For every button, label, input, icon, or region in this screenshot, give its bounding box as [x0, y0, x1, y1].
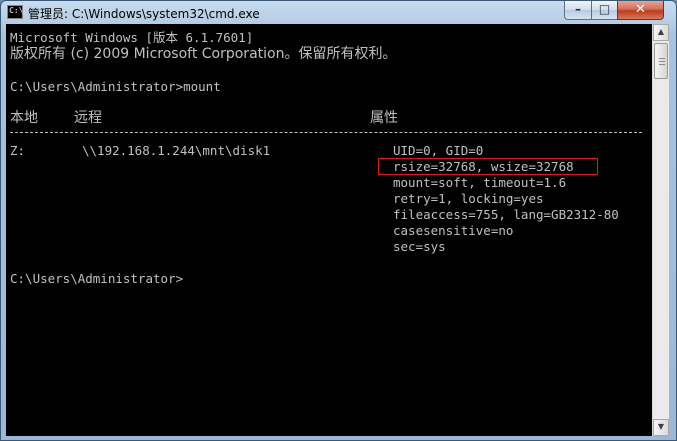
prop-mount-timeout: mount=soft, timeout=1.6: [393, 175, 567, 190]
banner-line-2: 版权所有 (c) 2009 Microsoft Corporation。保留所有…: [10, 46, 397, 62]
prop-sec: sec=sys: [393, 239, 446, 254]
minimize-button[interactable]: –: [564, 1, 592, 20]
row-local-drive: Z:: [10, 143, 26, 158]
prompt-current: C:\Users\Administrator>: [10, 271, 184, 286]
prompt-mount: C:\Users\Administrator>mount: [10, 79, 221, 94]
scroll-thumb[interactable]: [654, 43, 668, 79]
grip-line: [659, 61, 665, 62]
chevron-down-icon: ▼: [657, 422, 665, 431]
rsize-highlight-box: [378, 158, 598, 175]
prop-fileaccess-lang: fileaccess=755, lang=GB2312-80: [393, 207, 619, 222]
prop-casesensitive: casesensitive=no: [393, 223, 514, 238]
close-icon: ✕: [635, 2, 646, 17]
vertical-scrollbar[interactable]: ▲ ▼: [652, 24, 669, 436]
grip-line: [659, 58, 665, 59]
cmd-window: C:\ 管理员: C:\Windows\system32\cmd.exe – □…: [0, 0, 677, 441]
grip-line: [659, 64, 665, 65]
scroll-up-button[interactable]: ▲: [653, 24, 669, 41]
title-bar[interactable]: C:\ 管理员: C:\Windows\system32\cmd.exe – □…: [1, 1, 676, 24]
prop-uid-gid: UID=0, GID=0: [393, 143, 484, 158]
window-title: 管理员: C:\Windows\system32\cmd.exe: [28, 7, 260, 21]
cmd-app-icon[interactable]: C:\: [7, 5, 23, 19]
row-remote-path: \\192.168.1.244\mnt\disk1: [82, 143, 271, 158]
chevron-up-icon: ▲: [657, 27, 665, 36]
header-properties: 属性: [370, 110, 398, 126]
header-separator: [10, 132, 642, 133]
prop-retry-locking: retry=1, locking=yes: [393, 191, 544, 206]
banner-line-1: Microsoft Windows [版本 6.1.7601]: [10, 30, 254, 45]
console-output[interactable]: Microsoft Windows [版本 6.1.7601] 版权所有 (c)…: [6, 24, 652, 436]
maximize-icon: □: [598, 2, 611, 16]
header-local: 本地: [10, 110, 38, 126]
minimize-icon: –: [575, 2, 581, 16]
close-button[interactable]: ✕: [617, 1, 664, 20]
header-remote: 远程: [74, 110, 102, 126]
cmd-icon-glyph: C:\: [9, 6, 24, 15]
maximize-button[interactable]: □: [591, 1, 618, 20]
scroll-down-button[interactable]: ▼: [653, 419, 669, 436]
